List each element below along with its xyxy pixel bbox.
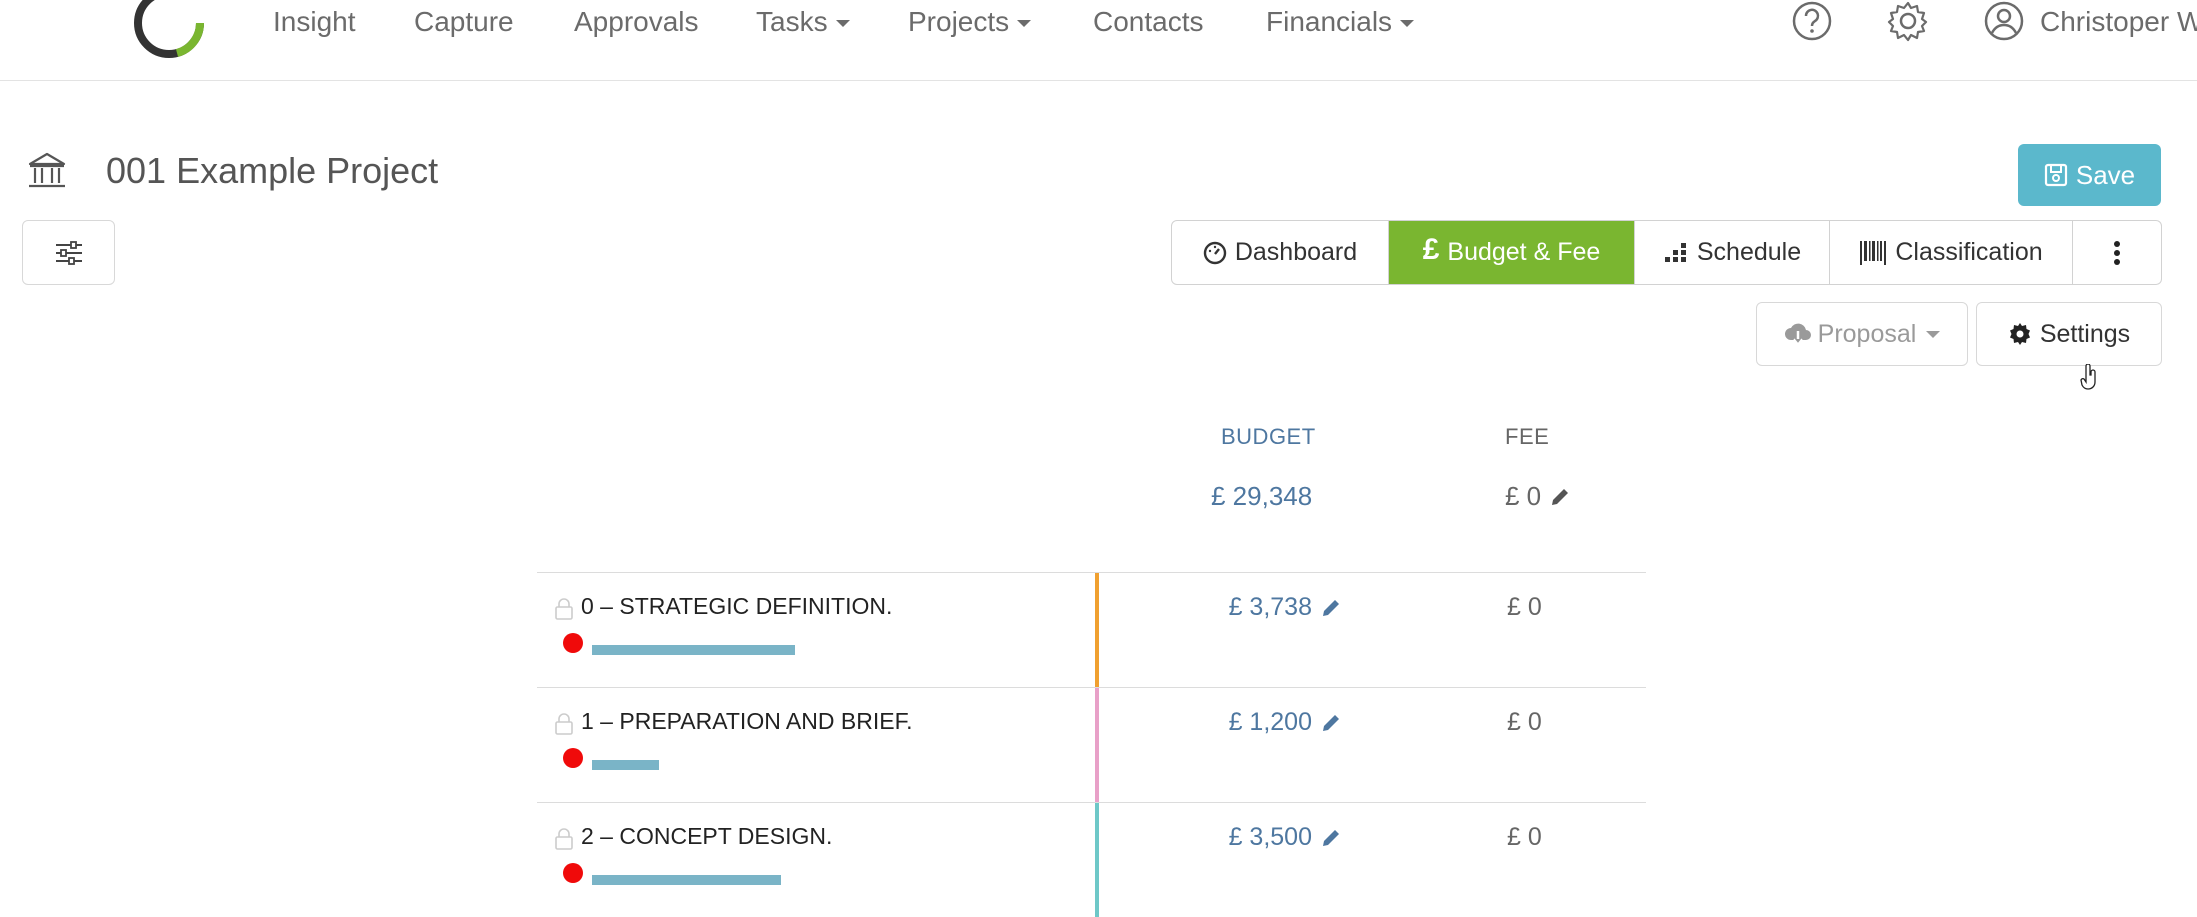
chevron-down-icon (1400, 20, 1415, 28)
chevron-down-icon (1926, 330, 1941, 338)
stage-budget[interactable]: £ 3,738 (1229, 593, 1342, 622)
status-dot (563, 863, 583, 883)
progress-bar (592, 645, 795, 655)
user-name[interactable]: Christoper W (2040, 6, 2197, 38)
hand-cursor-icon (2080, 364, 2096, 390)
cloud-download-icon (1784, 323, 1811, 346)
stage-name[interactable]: 1 – PREPARATION AND BRIEF. (581, 708, 912, 735)
stage-budget-value: £ 3,738 (1228, 593, 1312, 621)
fee-total-group: £ 0 (1505, 481, 1571, 512)
nav-capture[interactable]: Capture (414, 6, 514, 38)
tab-schedule-label: Schedule (1696, 238, 1802, 266)
building-icon (28, 152, 66, 188)
nav-approvals[interactable]: Approvals (574, 6, 699, 38)
table-row: 0 – STRATEGIC DEFINITION. £ 3,738 £ 0 (537, 572, 1646, 687)
status-dot (563, 633, 583, 653)
progress-bar (592, 760, 659, 770)
fee-total: £ 0 (1505, 481, 1542, 511)
tab-schedule[interactable]: Schedule (1635, 221, 1830, 284)
cog-icon (2009, 323, 2030, 345)
schedule-icon (1664, 242, 1686, 262)
tab-classification[interactable]: Classification (1830, 221, 2073, 284)
nav-tasks-label: Tasks (756, 6, 828, 37)
settings-button[interactable]: Settings (1976, 302, 2162, 366)
app-logo[interactable] (132, 0, 206, 60)
stage-color-marker (1095, 573, 1099, 687)
stage-budget-value: £ 3,500 (1228, 823, 1312, 851)
nav-financials[interactable]: Financials (1266, 6, 1415, 38)
pencil-icon[interactable] (1320, 597, 1342, 619)
gear-icon[interactable] (1887, 0, 1929, 42)
nav-insight[interactable]: Insight (273, 6, 356, 38)
stages-table: 0 – STRATEGIC DEFINITION. £ 3,738 £ 0 1 … (537, 572, 1646, 917)
stage-fee: £ 0 (1507, 708, 1542, 736)
tab-dashboard[interactable]: Dashboard (1172, 221, 1389, 284)
nav-financials-label: Financials (1266, 6, 1393, 37)
sliders-icon (55, 240, 82, 265)
stage-budget-value: £ 1,200 (1228, 708, 1312, 736)
budget-total: £ 29,348 (1211, 481, 1313, 511)
lock-icon[interactable] (554, 712, 574, 736)
dashboard-icon (1203, 241, 1227, 264)
help-icon[interactable] (1791, 0, 1833, 42)
stage-name[interactable]: 0 – STRATEGIC DEFINITION. (581, 593, 892, 620)
pencil-icon[interactable] (1320, 712, 1342, 734)
tab-budget-fee-label: Budget & Fee (1447, 238, 1601, 266)
stage-budget[interactable]: £ 3,500 (1229, 823, 1342, 852)
nav-projects-label: Projects (908, 6, 1010, 37)
nav-tasks[interactable]: Tasks (756, 6, 850, 38)
nav-contacts[interactable]: Contacts (1093, 6, 1204, 38)
save-button-label: Save (2075, 159, 2136, 190)
settings-label: Settings (2039, 319, 2131, 348)
tab-classification-label: Classification (1895, 238, 2043, 266)
lock-icon[interactable] (554, 827, 574, 851)
project-tabs: Dashboard £ Budget & Fee Schedule Classi… (1171, 220, 2162, 285)
table-row: 1 – PREPARATION AND BRIEF. £ 1,200 £ 0 (537, 687, 1646, 802)
barcode-icon (1860, 240, 1887, 265)
tab-budget-fee[interactable]: £ Budget & Fee (1389, 221, 1635, 284)
chevron-down-icon (835, 20, 850, 28)
stage-fee: £ 0 (1507, 593, 1542, 621)
progress-bar (592, 875, 781, 885)
tab-dashboard-label: Dashboard (1234, 238, 1358, 266)
stage-color-marker (1095, 688, 1099, 802)
save-button[interactable]: Save (2018, 144, 2161, 206)
status-dot (563, 748, 583, 768)
table-row: 2 – CONCEPT DESIGN. £ 3,500 £ 0 (537, 802, 1646, 917)
pencil-icon[interactable] (1549, 486, 1571, 508)
stage-budget[interactable]: £ 1,200 (1229, 708, 1342, 737)
fee-column-header: FEE (1505, 424, 1550, 449)
top-navbar: Insight Capture Approvals Tasks Projects… (0, 0, 2197, 81)
stage-fee: £ 0 (1507, 823, 1542, 851)
lock-icon[interactable] (554, 597, 574, 621)
kebab-menu-icon (2114, 240, 2120, 265)
filter-button[interactable] (22, 220, 115, 285)
save-icon (2044, 163, 2067, 187)
chevron-down-icon (1017, 20, 1032, 28)
pencil-icon[interactable] (1320, 827, 1342, 849)
more-options-button[interactable] (2073, 221, 2161, 284)
budget-column-header: BUDGET (1221, 424, 1316, 449)
stage-color-marker (1095, 803, 1099, 917)
proposal-dropdown-button[interactable]: Proposal (1756, 302, 1968, 366)
user-avatar-icon[interactable] (1983, 0, 2025, 42)
project-title: 001 Example Project (106, 150, 439, 191)
pound-icon: £ (1422, 232, 1440, 266)
nav-projects[interactable]: Projects (908, 6, 1032, 38)
proposal-label: Proposal (1817, 319, 1917, 348)
stage-name[interactable]: 2 – CONCEPT DESIGN. (581, 823, 832, 850)
